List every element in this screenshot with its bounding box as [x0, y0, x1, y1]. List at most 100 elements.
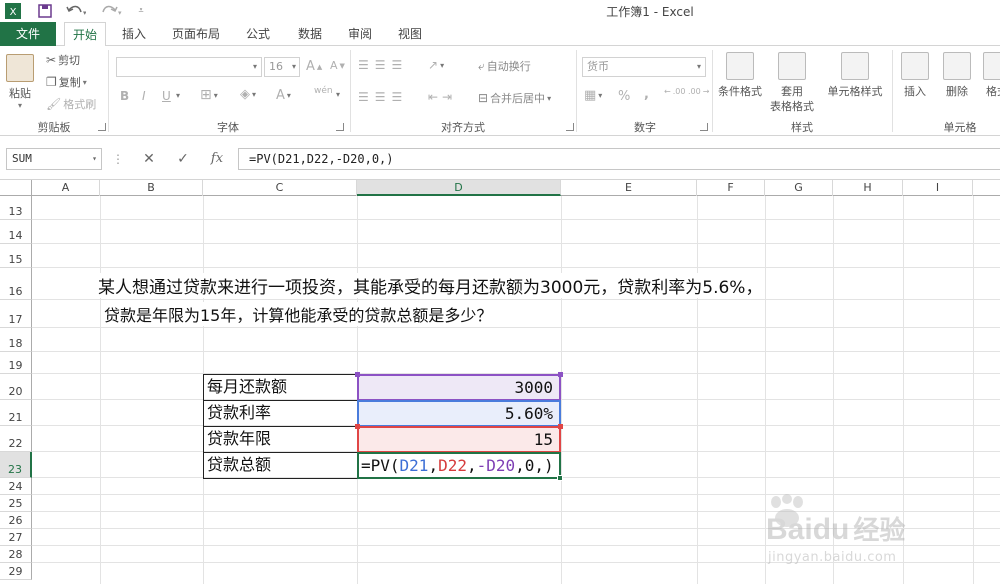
- row-header[interactable]: 13: [0, 196, 32, 220]
- gridline: [32, 299, 1000, 300]
- cut-label: 剪切: [58, 54, 81, 67]
- tab-home[interactable]: 开始: [64, 22, 106, 47]
- column-header-e[interactable]: E: [561, 180, 697, 196]
- cancel-button[interactable]: ✕: [136, 148, 162, 170]
- font-color-button[interactable]: A ▾: [276, 88, 291, 103]
- vertical-align-icons[interactable]: ☰☰☰: [358, 58, 408, 72]
- column-header-i[interactable]: I: [903, 180, 973, 196]
- italic-button[interactable]: I: [142, 89, 146, 103]
- worksheet-grid[interactable]: A B C D E F G H I 13 14 15 16 17 18 19 2…: [0, 180, 1000, 584]
- cell-d21-interest-rate[interactable]: 5.60%: [357, 400, 561, 427]
- column-header-c[interactable]: C: [203, 180, 357, 196]
- row-header[interactable]: 27: [0, 529, 32, 546]
- phonetic-button[interactable]: wén: [314, 86, 333, 96]
- column-header-g[interactable]: G: [765, 180, 833, 196]
- tab-page-layout[interactable]: 页面布局: [166, 22, 226, 46]
- font-launcher-icon[interactable]: [336, 123, 344, 131]
- tab-file[interactable]: 文件: [0, 22, 56, 46]
- merge-center-button[interactable]: ⊟ 合并后居中 ▾: [478, 90, 551, 106]
- row-header[interactable]: 17: [0, 300, 32, 328]
- format-as-table-label-bottom: 表格格式: [770, 100, 814, 113]
- cut-button[interactable]: ✂ 剪切: [46, 52, 80, 68]
- formula-input[interactable]: =PV(D21,D22,-D20,0,): [238, 148, 1000, 170]
- cell-styles-button[interactable]: 单元格样式: [824, 52, 886, 99]
- bold-button[interactable]: B: [120, 89, 129, 103]
- column-header-h[interactable]: H: [833, 180, 903, 196]
- row-header[interactable]: 16: [0, 268, 32, 300]
- format-painter-button[interactable]: 🖌 格式刷: [46, 96, 96, 112]
- tab-review[interactable]: 审阅: [340, 22, 380, 46]
- clipboard-launcher-icon[interactable]: [98, 123, 106, 131]
- clipboard-group-label: 剪贴板: [37, 121, 71, 134]
- underline-button[interactable]: U: [162, 89, 171, 103]
- row-header[interactable]: 14: [0, 220, 32, 244]
- fill-handle[interactable]: [557, 475, 563, 481]
- alignment-group-label: 对齐方式: [441, 121, 485, 134]
- increase-decimal-button[interactable]: ← .00: [664, 87, 685, 96]
- fill-color-icon[interactable]: ◈ ▾: [240, 87, 256, 102]
- decrease-decimal-button[interactable]: .00 →: [688, 87, 709, 96]
- row-header[interactable]: 15: [0, 244, 32, 268]
- column-header-a[interactable]: A: [32, 180, 100, 196]
- number-format-caret-icon: ▾: [696, 62, 701, 71]
- font-size-dropdown[interactable]: 16 ▾: [264, 57, 300, 77]
- tab-view[interactable]: 视图: [390, 22, 430, 46]
- cell-d22-loan-term[interactable]: 15: [357, 426, 561, 453]
- tab-formulas[interactable]: 公式: [238, 22, 278, 46]
- reference-handle[interactable]: [558, 372, 563, 377]
- row-header[interactable]: 20: [0, 374, 32, 400]
- reference-handle[interactable]: [355, 372, 360, 377]
- font-group-label: 字体: [217, 121, 239, 134]
- row-header[interactable]: 25: [0, 495, 32, 512]
- column-header-f[interactable]: F: [697, 180, 765, 196]
- format-as-table-button[interactable]: 套用 表格格式: [766, 52, 818, 114]
- delete-cells-button[interactable]: 删除: [940, 52, 974, 99]
- row-header[interactable]: 18: [0, 328, 32, 352]
- conditional-format-button[interactable]: 条件格式: [716, 52, 764, 99]
- paste-button[interactable]: 粘贴 ▾: [6, 54, 34, 110]
- wrap-text-button[interactable]: ⤶ 自动换行: [478, 58, 531, 74]
- tab-data[interactable]: 数据: [290, 22, 330, 46]
- phonetic-caret-icon[interactable]: ▾: [336, 90, 340, 99]
- borders-icon[interactable]: ⊞ ▾: [200, 87, 218, 103]
- row-header[interactable]: 19: [0, 352, 32, 374]
- percent-button[interactable]: %: [618, 89, 630, 104]
- underline-caret-icon[interactable]: ▾: [176, 91, 180, 100]
- enter-button[interactable]: ✓: [170, 148, 196, 170]
- row-header[interactable]: 26: [0, 512, 32, 529]
- cell-d23-loan-total-editing[interactable]: =PV(D21,D22,-D20,0,): [357, 452, 561, 479]
- number-launcher-icon[interactable]: [700, 123, 708, 131]
- cell-styles-icon: [841, 52, 869, 80]
- insert-cells-button[interactable]: 插入: [898, 52, 932, 99]
- row-header[interactable]: 28: [0, 546, 32, 563]
- row-header[interactable]: 24: [0, 478, 32, 495]
- select-all-corner[interactable]: [0, 180, 32, 196]
- comma-button[interactable]: ,: [644, 87, 649, 102]
- format-painter-label: 格式刷: [63, 98, 97, 111]
- reference-handle[interactable]: [558, 424, 563, 429]
- row-header[interactable]: 21: [0, 400, 32, 426]
- orientation-icon[interactable]: ↗ ▾: [428, 58, 444, 72]
- cell-d20-monthly-payment[interactable]: 3000: [357, 374, 561, 401]
- column-header-b[interactable]: B: [100, 180, 203, 196]
- format-cells-button[interactable]: 格式: [980, 52, 1000, 99]
- row-header[interactable]: 29: [0, 563, 32, 580]
- alignment-launcher-icon[interactable]: [566, 123, 574, 131]
- font-name-dropdown[interactable]: ▾: [116, 57, 262, 77]
- column-header-d[interactable]: D: [357, 180, 561, 196]
- name-box[interactable]: SUM ▾: [6, 148, 102, 170]
- copy-button[interactable]: ❐ 复制 ▾: [46, 74, 87, 90]
- number-format-dropdown[interactable]: 货币 ▾: [582, 57, 706, 77]
- tab-insert[interactable]: 插入: [114, 22, 154, 46]
- row-header-active[interactable]: 23: [0, 452, 32, 478]
- accounting-icon[interactable]: ▦ ▾: [584, 88, 602, 103]
- indent-icons[interactable]: ⇤⇥: [428, 90, 456, 104]
- grow-font-button[interactable]: A ▲: [306, 59, 322, 74]
- gridline: [100, 196, 101, 584]
- row-header[interactable]: 22: [0, 426, 32, 452]
- insert-function-button[interactable]: fx: [204, 148, 230, 170]
- shrink-font-button[interactable]: A ▼: [330, 59, 345, 72]
- formula-prefix: =PV(: [361, 456, 400, 475]
- reference-handle[interactable]: [355, 424, 360, 429]
- horizontal-align-icons[interactable]: ☰☰☰: [358, 90, 408, 104]
